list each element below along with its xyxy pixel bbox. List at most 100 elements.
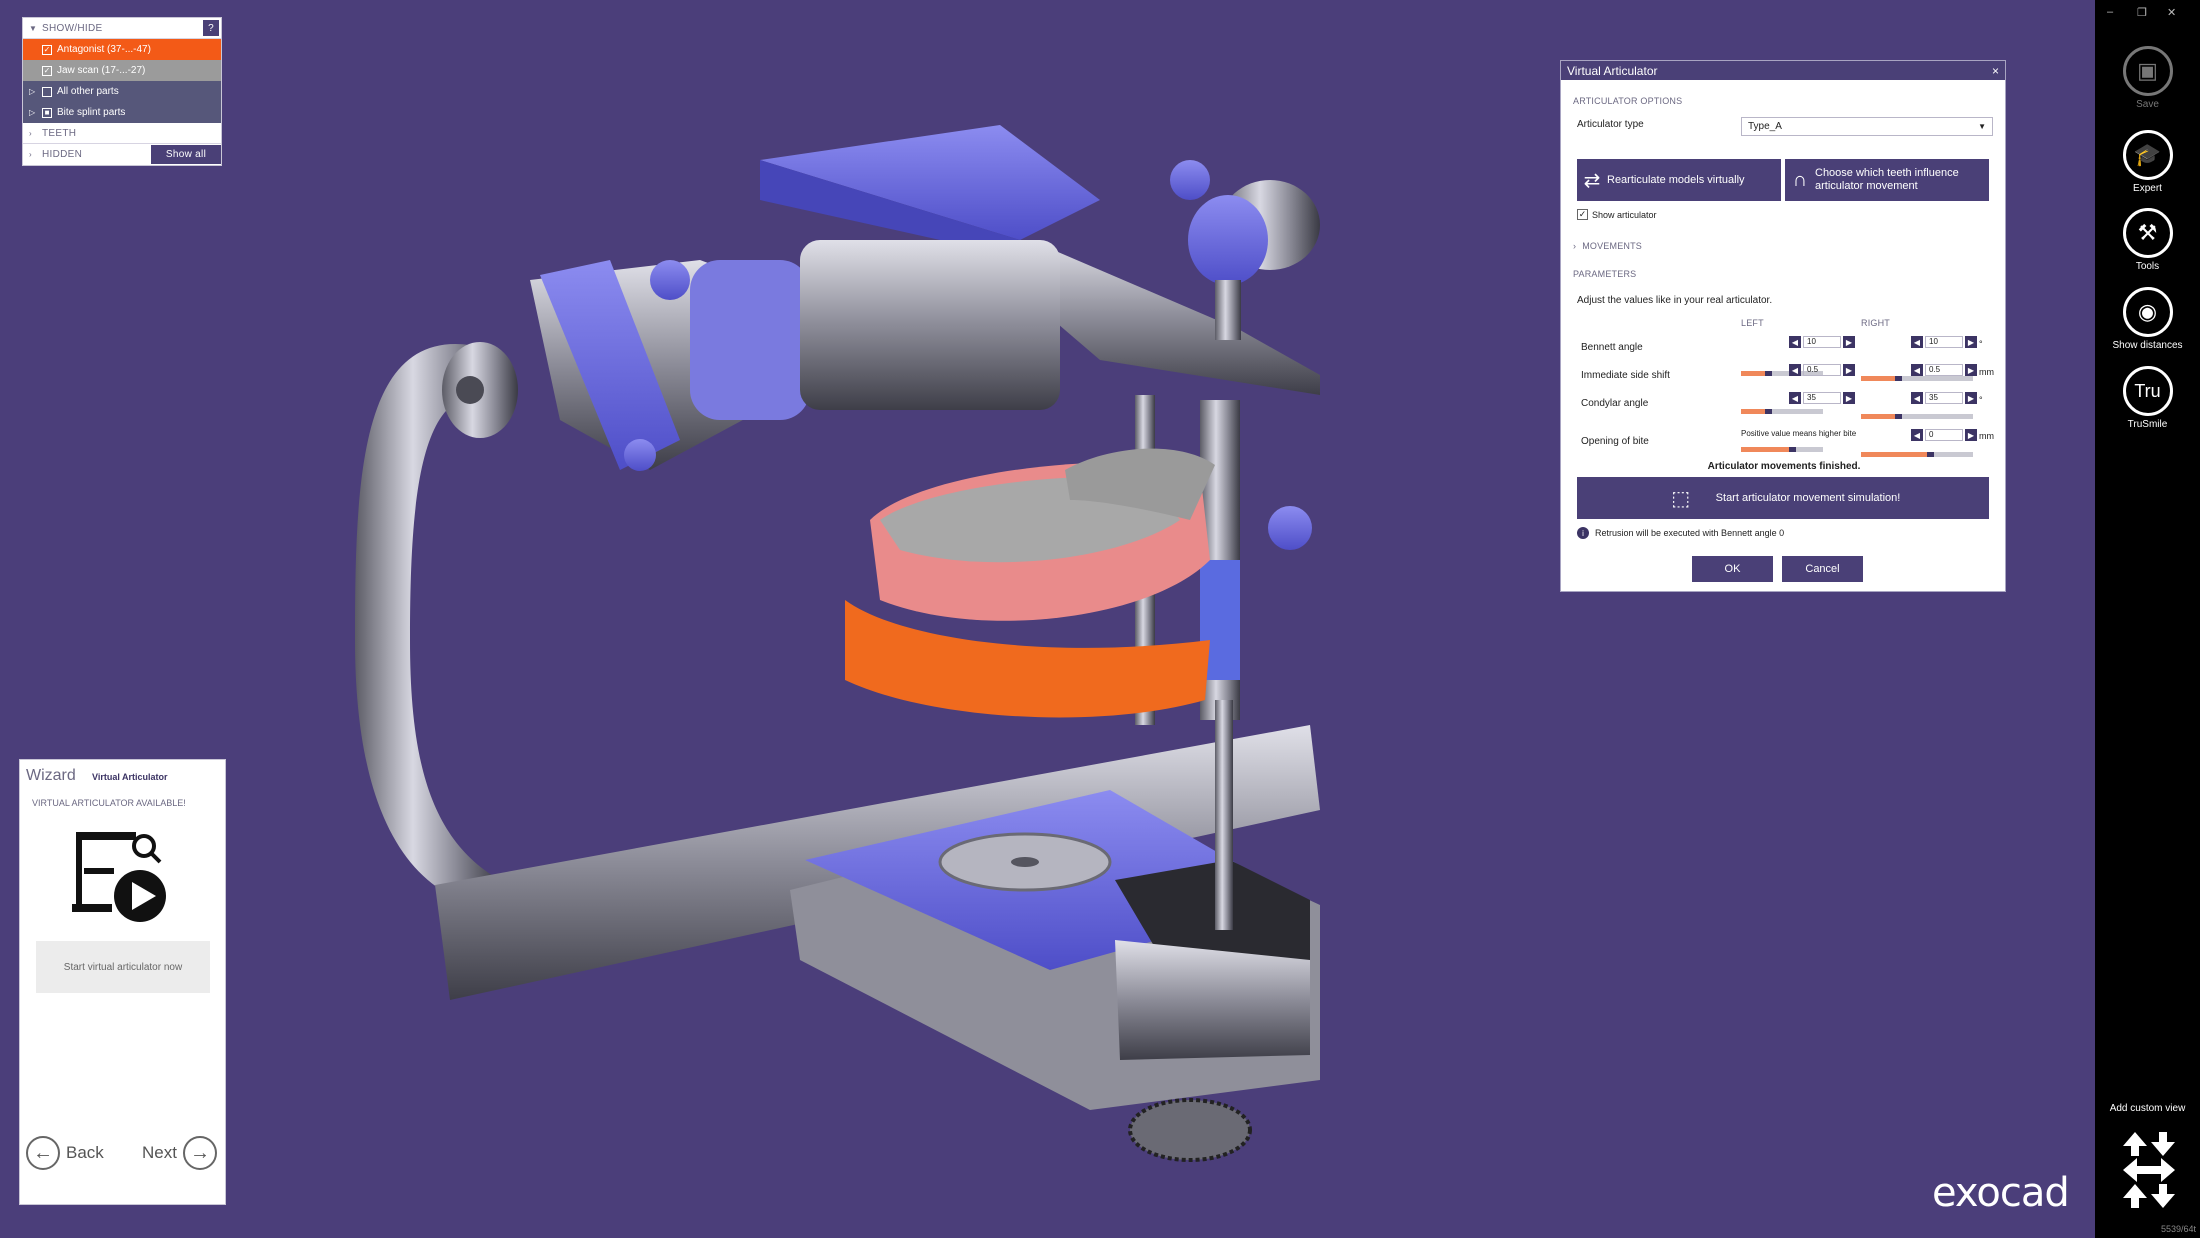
tree-item-all-other-parts[interactable]: ▷ All other parts bbox=[23, 81, 221, 102]
param-right-stepper[interactable]: ◀ 10 ▶ bbox=[1911, 336, 1977, 348]
wizard-subtitle: Virtual Articulator bbox=[92, 772, 168, 782]
tree-item-antagonist[interactable]: ✓ Antagonist (37-...-47) bbox=[23, 39, 221, 60]
increment-icon[interactable]: ▶ bbox=[1843, 364, 1855, 376]
decrement-icon[interactable]: ◀ bbox=[1911, 392, 1923, 404]
param-unit: ° bbox=[1979, 339, 1983, 349]
checkbox-all-other-parts[interactable] bbox=[42, 86, 52, 97]
chevron-right-icon[interactable]: ▷ bbox=[29, 87, 37, 96]
arrow-right-icon: → bbox=[182, 1136, 217, 1170]
next-label: Next bbox=[142, 1143, 177, 1162]
param-right-slider[interactable] bbox=[1861, 414, 1973, 419]
movements-section[interactable]: › MOVEMENTS bbox=[1573, 241, 1642, 251]
bite-stepper[interactable]: ◀ 0 ▶ bbox=[1911, 429, 1977, 441]
increment-icon[interactable]: ▶ bbox=[1843, 392, 1855, 404]
param-left-slider-fill bbox=[1741, 409, 1769, 414]
param-left-slider-fill bbox=[1741, 447, 1792, 452]
chevron-right-icon[interactable]: ▷ bbox=[29, 108, 37, 117]
bite-value[interactable]: 0 bbox=[1925, 429, 1963, 441]
save-icon: ▣ bbox=[2122, 46, 2173, 96]
checkbox-bite-splint-parts[interactable]: ■ bbox=[42, 107, 52, 118]
param-left-slider-knob[interactable] bbox=[1765, 409, 1773, 414]
checkbox-antagonist[interactable]: ✓ bbox=[42, 44, 52, 55]
bite-hint: Positive value means higher bite bbox=[1741, 429, 1857, 438]
add-custom-view-label[interactable]: Add custom view bbox=[2095, 1103, 2200, 1114]
param-right-value[interactable]: 35 bbox=[1925, 392, 1963, 404]
param-right-value[interactable]: 0.5 bbox=[1925, 364, 1963, 376]
cancel-button[interactable]: Cancel bbox=[1782, 556, 1863, 582]
param-left-slider[interactable] bbox=[1741, 409, 1823, 414]
teeth-section[interactable]: › TEETH bbox=[23, 123, 221, 144]
tree-item-label: Jaw scan (17-...-27) bbox=[57, 65, 146, 76]
chevron-down-icon: ▼ bbox=[29, 23, 38, 33]
tools-button[interactable]: ⚒ Tools bbox=[2095, 208, 2200, 272]
dialog-title: Virtual Articulator bbox=[1567, 63, 1658, 78]
param-right-slider-knob[interactable] bbox=[1894, 376, 1902, 381]
param-left-slider-knob[interactable] bbox=[1788, 447, 1796, 452]
param-right-stepper[interactable]: ◀ 0.5 ▶ bbox=[1911, 364, 1977, 376]
ok-button[interactable]: OK bbox=[1692, 556, 1773, 582]
close-icon[interactable]: × bbox=[1992, 64, 1999, 78]
param-left-stepper[interactable]: ◀ 0.5 ▶ bbox=[1789, 364, 1855, 376]
show-hide-panel: ▼ SHOW/HIDE ? ✓ Antagonist (37-...-47) ✓… bbox=[22, 17, 222, 166]
dialog-titlebar[interactable]: Virtual Articulator × bbox=[1561, 61, 2005, 80]
param-unit: ° bbox=[1979, 395, 1983, 405]
start-articulator-button[interactable]: Start virtual articulator now bbox=[36, 941, 210, 993]
expert-button[interactable]: 🎓 Expert bbox=[2095, 130, 2200, 194]
param-left-value[interactable]: 10 bbox=[1803, 336, 1841, 348]
show-articulator-checkbox[interactable]: ✓ bbox=[1577, 209, 1588, 220]
increment-icon[interactable]: ▶ bbox=[1965, 392, 1977, 404]
param-right-slider[interactable] bbox=[1861, 376, 1973, 381]
param-right-stepper[interactable]: ◀ 35 ▶ bbox=[1911, 392, 1977, 404]
minimize-button[interactable]: – bbox=[2107, 6, 2113, 18]
show-all-button[interactable]: Show all bbox=[151, 145, 221, 164]
articulator-type-select[interactable]: Type_A ▼ bbox=[1741, 117, 1993, 136]
wizard-title: Wizard bbox=[26, 767, 76, 784]
param-left-slider[interactable] bbox=[1741, 447, 1823, 452]
decrement-icon[interactable]: ◀ bbox=[1789, 392, 1801, 404]
param-right-value[interactable]: 10 bbox=[1925, 336, 1963, 348]
param-left-slider-knob[interactable] bbox=[1765, 371, 1773, 376]
param-right-slider[interactable] bbox=[1861, 452, 1973, 457]
show-distances-button[interactable]: ◉ Show distances bbox=[2095, 287, 2200, 351]
decrement-icon[interactable]: ◀ bbox=[1911, 429, 1923, 441]
param-left-stepper[interactable]: ◀ 10 ▶ bbox=[1789, 336, 1855, 348]
trusmile-button[interactable]: Tru TruSmile bbox=[2095, 366, 2200, 430]
decrement-icon[interactable]: ◀ bbox=[1789, 364, 1801, 376]
param-label: Condylar angle bbox=[1581, 398, 1649, 409]
decrement-icon[interactable]: ◀ bbox=[1911, 336, 1923, 348]
tree-item-bite-splint-parts[interactable]: ▷ ■ Bite splint parts bbox=[23, 102, 221, 123]
param-right-slider-knob[interactable] bbox=[1927, 452, 1935, 457]
save-button[interactable]: ▣ Save bbox=[2095, 46, 2200, 110]
back-button[interactable]: ← Back bbox=[26, 1136, 104, 1170]
bite-unit: mm bbox=[1979, 431, 1994, 441]
param-right-slider-knob[interactable] bbox=[1894, 414, 1902, 419]
tree-item-jaw-scan[interactable]: ✓ Jaw scan (17-...-27) bbox=[23, 60, 221, 81]
opening-of-bite-label: Opening of bite bbox=[1581, 436, 1649, 447]
show-articulator-toggle[interactable]: ✓ Show articulator bbox=[1577, 209, 1657, 220]
increment-icon[interactable]: ▶ bbox=[1843, 336, 1855, 348]
tooth-icon: ∩ bbox=[1792, 168, 1808, 191]
start-simulation-label: Start articulator movement simulation! bbox=[1715, 492, 1901, 504]
checkbox-jaw-scan[interactable]: ✓ bbox=[42, 65, 52, 76]
choose-teeth-button[interactable]: ∩ Choose which teeth influence articulat… bbox=[1785, 159, 1989, 201]
start-simulation-button[interactable]: ⬚ Start articulator movement simulation! bbox=[1577, 477, 1989, 519]
hidden-section[interactable]: › HIDDEN Show all bbox=[23, 144, 221, 165]
param-left-stepper[interactable]: ◀ 35 ▶ bbox=[1789, 392, 1855, 404]
help-button[interactable]: ? bbox=[203, 20, 219, 36]
decrement-icon[interactable]: ◀ bbox=[1789, 336, 1801, 348]
increment-icon[interactable]: ▶ bbox=[1965, 336, 1977, 348]
rearticulate-button[interactable]: ⇄ Rearticulate models virtually bbox=[1577, 159, 1781, 201]
view-navigation-icon[interactable] bbox=[2121, 1130, 2177, 1210]
increment-icon[interactable]: ▶ bbox=[1965, 364, 1977, 376]
tree-item-label: Antagonist (37-...-47) bbox=[57, 44, 151, 55]
param-left-value[interactable]: 35 bbox=[1803, 392, 1841, 404]
param-right-slider-fill bbox=[1861, 376, 1898, 381]
close-window-button[interactable]: ✕ bbox=[2167, 6, 2176, 19]
decrement-icon[interactable]: ◀ bbox=[1911, 364, 1923, 376]
param-left-value[interactable]: 0.5 bbox=[1803, 364, 1841, 376]
show-hide-header[interactable]: ▼ SHOW/HIDE ? bbox=[23, 18, 221, 39]
increment-icon[interactable]: ▶ bbox=[1965, 429, 1977, 441]
trusmile-label: TruSmile bbox=[2127, 419, 2168, 430]
restore-button[interactable]: ❐ bbox=[2137, 6, 2147, 19]
next-button[interactable]: Next → bbox=[142, 1136, 217, 1170]
